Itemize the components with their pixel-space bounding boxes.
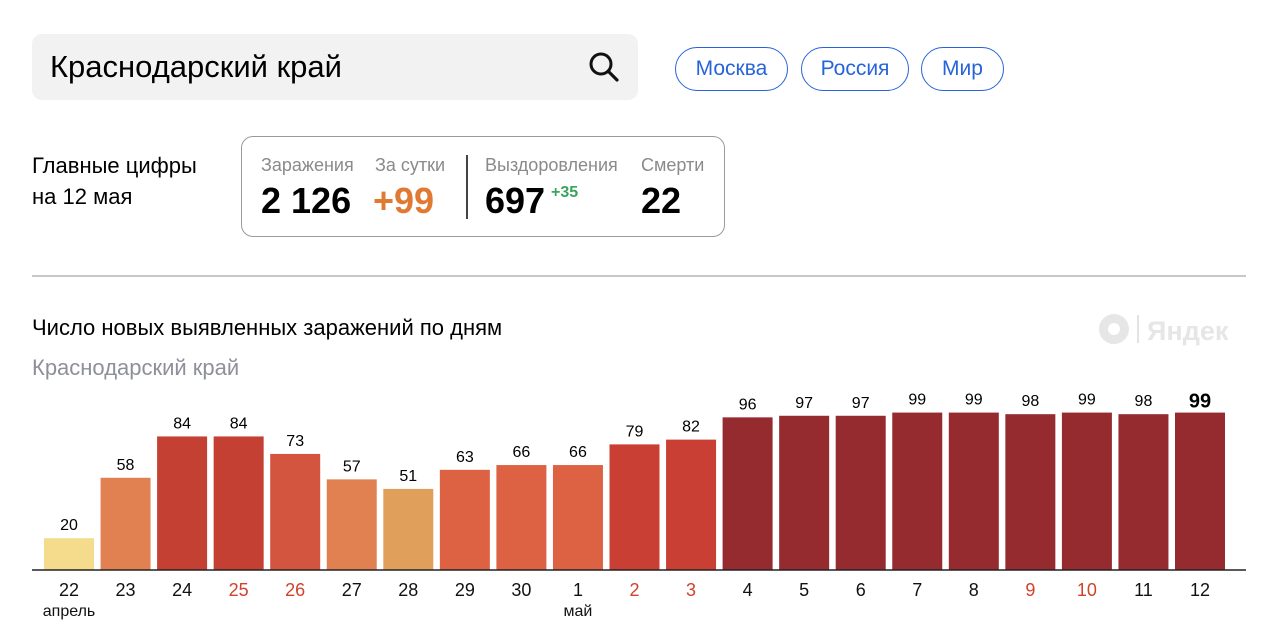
bar-4 xyxy=(722,417,773,570)
x-tick-6: 6 xyxy=(856,580,866,600)
x-tick-30: 30 xyxy=(511,580,531,600)
data-label-25: 84 xyxy=(230,415,248,432)
data-label-10: 99 xyxy=(1078,392,1096,409)
x-tick-3: 3 xyxy=(686,580,696,600)
x-tick-4: 4 xyxy=(743,580,753,600)
bar-9 xyxy=(1005,414,1056,570)
data-label-28: 51 xyxy=(399,468,417,485)
data-label-5: 97 xyxy=(795,395,813,412)
bar-7 xyxy=(892,412,943,570)
headline-title: Главные цифры xyxy=(32,153,197,178)
region-search-input[interactable]: Краснодарский край xyxy=(50,48,342,86)
x-tick-9: 9 xyxy=(1025,580,1035,600)
data-label-4: 96 xyxy=(739,396,757,413)
section-divider xyxy=(32,275,1246,277)
bar-2 xyxy=(609,444,660,570)
deaths-label: Смерти xyxy=(641,155,705,175)
chart-subtitle: Краснодарский край xyxy=(32,355,240,380)
data-label-11: 98 xyxy=(1135,393,1153,410)
data-label-27: 57 xyxy=(343,458,361,475)
x-tick-1: 1 xyxy=(573,580,583,600)
recovered-value: 697 xyxy=(485,180,546,221)
stats-card: Заражения 2 126 За сутки +99 Выздоровлен… xyxy=(241,136,725,237)
x-tick-28: 28 xyxy=(398,580,418,600)
data-label-3: 82 xyxy=(682,419,700,436)
x-tick-8: 8 xyxy=(969,580,979,600)
deaths-value: 22 xyxy=(641,180,682,221)
x-tick-2: 2 xyxy=(629,580,639,600)
data-label-12: 99 xyxy=(1189,391,1211,413)
bar-10 xyxy=(1061,412,1112,570)
bar-5 xyxy=(779,415,830,570)
x-tick-23: 23 xyxy=(116,580,136,600)
bar-29 xyxy=(439,469,490,570)
bar-3 xyxy=(666,439,717,570)
recovered-delta: +35 xyxy=(551,184,579,201)
bar-8 xyxy=(948,412,999,570)
data-label-6: 97 xyxy=(852,395,870,412)
headline-date: на 12 мая xyxy=(32,184,133,209)
region-search-box[interactable]: Краснодарский край xyxy=(32,34,638,100)
x-tick-12: 12 xyxy=(1190,580,1210,600)
chip-moscow[interactable]: Москва xyxy=(675,47,788,91)
data-label-26: 73 xyxy=(286,433,304,450)
stats-divider xyxy=(466,155,468,219)
bar-25 xyxy=(213,436,264,570)
x-tick-26: 26 xyxy=(285,580,305,600)
data-label-9: 98 xyxy=(1021,393,1039,410)
bar-23 xyxy=(100,477,151,570)
x-tick-10: 10 xyxy=(1077,580,1097,600)
x-tick-11: 11 xyxy=(1134,580,1153,600)
month-label-22: апрель xyxy=(43,603,96,620)
data-label-23: 58 xyxy=(117,457,135,474)
daily-label: За сутки xyxy=(375,155,446,175)
data-label-24: 84 xyxy=(173,415,191,432)
bar-1 xyxy=(552,465,603,570)
bar-26 xyxy=(270,453,321,570)
bar-22 xyxy=(44,538,94,570)
bar-30 xyxy=(496,465,547,570)
data-label-29: 63 xyxy=(456,449,474,466)
data-label-8: 99 xyxy=(965,392,983,409)
x-tick-29: 29 xyxy=(455,580,475,600)
chart-title: Число новых выявленных заражений по дням xyxy=(32,315,503,340)
chip-russia[interactable]: Россия xyxy=(801,47,909,91)
bar-12 xyxy=(1175,412,1225,570)
x-tick-25: 25 xyxy=(229,580,249,600)
data-label-2: 79 xyxy=(626,423,644,440)
bar-11 xyxy=(1118,414,1169,570)
data-label-22: 20 xyxy=(60,517,78,534)
yandex-logo: Яндекс xyxy=(1099,314,1228,346)
daily-value: +99 xyxy=(373,180,435,221)
bar-6 xyxy=(835,415,886,570)
x-tick-27: 27 xyxy=(342,580,362,600)
bar-24 xyxy=(157,436,208,570)
data-label-30: 66 xyxy=(513,444,531,461)
yandex-logo-text: Яндекс xyxy=(1147,316,1228,346)
month-label-1: май xyxy=(564,603,593,620)
x-tick-7: 7 xyxy=(912,580,922,600)
x-tick-22: 22 xyxy=(59,580,79,600)
data-label-1: 66 xyxy=(569,444,587,461)
infections-label: Заражения xyxy=(261,155,354,175)
data-label-7: 99 xyxy=(908,392,926,409)
bar-28 xyxy=(383,488,434,570)
search-icon[interactable] xyxy=(586,49,622,85)
bar-27 xyxy=(326,479,377,570)
headline: Главные цифры на 12 мая xyxy=(32,150,197,212)
recovered-label: Выздоровления xyxy=(485,155,618,175)
x-tick-5: 5 xyxy=(799,580,809,600)
chip-world[interactable]: Мир xyxy=(921,47,1004,91)
x-tick-24: 24 xyxy=(172,580,192,600)
bar-chart: 2022582384248425732657275128632966306617… xyxy=(32,391,1246,620)
infections-value: 2 126 xyxy=(261,180,352,221)
